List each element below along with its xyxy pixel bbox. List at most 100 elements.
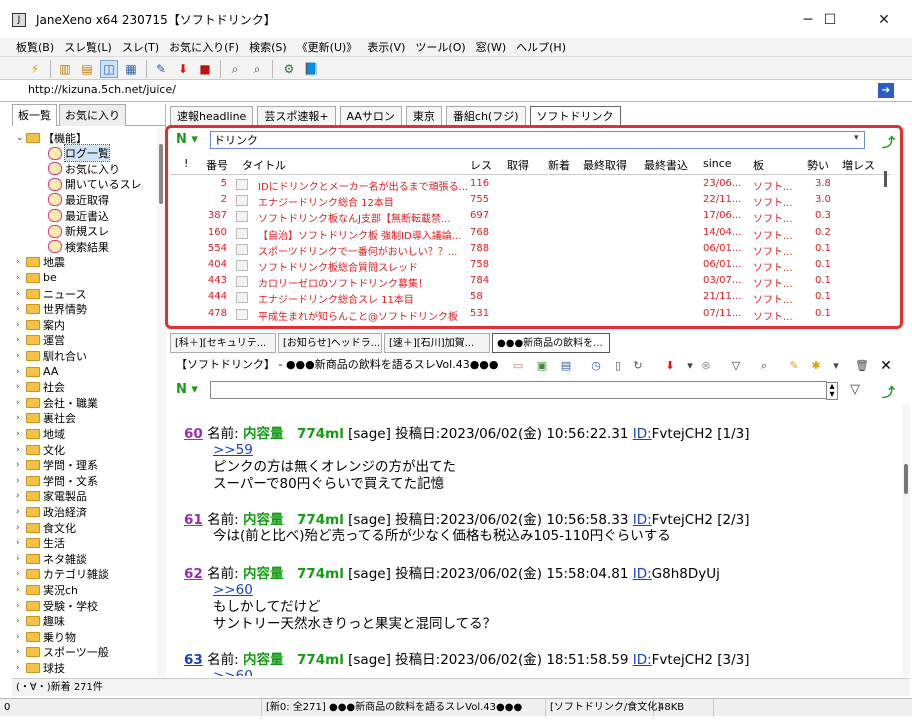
expand-chevron-icon[interactable]: › bbox=[16, 273, 26, 283]
tree-folder[interactable]: › 会社・職業 bbox=[16, 395, 98, 410]
expand-chevron-icon[interactable]: › bbox=[16, 413, 26, 423]
thread-filter-input[interactable] bbox=[210, 131, 865, 149]
col-increase[interactable]: 増レス bbox=[842, 157, 875, 173]
col-speed[interactable]: 勢い bbox=[807, 157, 829, 173]
tree-folder[interactable]: › ニュース bbox=[16, 286, 86, 301]
dropdown-icon[interactable]: ▾ bbox=[828, 358, 844, 374]
post-id[interactable]: FvtejCH2 bbox=[652, 426, 713, 442]
thread-list-scrollbar-thumb[interactable] bbox=[884, 171, 887, 187]
expand-chevron-icon[interactable]: › bbox=[16, 445, 26, 455]
tree-folder[interactable]: › be bbox=[16, 270, 57, 285]
tab-board[interactable]: 東京 bbox=[405, 106, 442, 126]
tree-folder[interactable]: › 生活 bbox=[16, 536, 65, 551]
tree-folder[interactable]: › 実況ch bbox=[16, 582, 78, 597]
tree-folder[interactable]: › 食文化 bbox=[16, 520, 76, 535]
menu-board-list[interactable]: 板覧(B) bbox=[16, 39, 54, 55]
post-id-label[interactable]: ID: bbox=[633, 566, 652, 582]
post-number[interactable]: 60 bbox=[184, 426, 203, 442]
post-scrollbar-thumb[interactable] bbox=[904, 464, 908, 494]
tree-folder[interactable]: › 地域 bbox=[16, 426, 65, 441]
stop-icon[interactable]: ■ bbox=[196, 60, 214, 78]
tree-folder[interactable]: › 案内 bbox=[16, 317, 65, 332]
menu-window[interactable]: 窓(W) bbox=[476, 39, 506, 55]
col-board[interactable]: 板 bbox=[753, 157, 764, 173]
tree-folder[interactable]: › 文化 bbox=[16, 442, 65, 457]
book-icon[interactable]: 📘 bbox=[302, 60, 320, 78]
expand-chevron-icon[interactable]: › bbox=[16, 491, 26, 501]
expand-chevron-icon[interactable]: › bbox=[16, 429, 26, 439]
pane-layout-2-icon[interactable]: ▤ bbox=[78, 60, 96, 78]
url-text[interactable]: http://kizuna.5ch.net/juice/ bbox=[28, 83, 176, 96]
search-next-icon[interactable]: ⌕ bbox=[248, 60, 266, 78]
write-pencil-icon[interactable]: ✎ bbox=[152, 60, 170, 78]
tree-folder[interactable]: › 趣味 bbox=[16, 614, 65, 629]
expand-chevron-icon[interactable]: › bbox=[16, 647, 26, 657]
expand-chevron-icon[interactable]: › bbox=[16, 585, 26, 595]
col-title[interactable]: タイトル bbox=[242, 157, 286, 173]
apply-filter-icon[interactable]: ⤴ bbox=[882, 382, 895, 401]
dropdown-icon[interactable]: ▾ bbox=[682, 358, 698, 374]
tab-thread-active[interactable]: ●●●新商品の飲料を... bbox=[492, 333, 610, 353]
pane-layout-3-icon[interactable]: ◫ bbox=[100, 60, 118, 78]
thread-row[interactable]: 2 エナジードリンク総合 12本目 755 22/11... ソフト... 3.0 bbox=[170, 193, 890, 209]
download-arrow-icon[interactable]: ⬇ bbox=[662, 358, 678, 374]
bookmark-icon[interactable]: ▭ bbox=[510, 358, 526, 374]
expand-chevron-icon[interactable]: › bbox=[16, 538, 26, 548]
expand-chevron-icon[interactable]: › bbox=[16, 367, 26, 377]
tree-scrollbar[interactable] bbox=[157, 128, 166, 676]
tree-folder[interactable]: ⌄ 【機能】 bbox=[16, 130, 87, 145]
tree-scrollbar-thumb[interactable] bbox=[159, 144, 163, 204]
expand-chevron-icon[interactable]: › bbox=[16, 304, 26, 314]
tree-item[interactable]: 新規スレ bbox=[38, 224, 109, 239]
tree-folder[interactable]: › 裏社会 bbox=[16, 411, 76, 426]
write-pencil-icon[interactable]: ✎ bbox=[786, 358, 802, 374]
tree-folder[interactable]: › 政治経済 bbox=[16, 504, 87, 519]
menu-thread-list[interactable]: スレ覧(L) bbox=[64, 39, 112, 55]
ime-icon[interactable]: ▤ bbox=[558, 358, 574, 374]
thread-row[interactable]: 478 平成生まれが知らんこと@ソフトドリンク板 531 07/11... ソフト...… bbox=[170, 307, 890, 323]
thread-row[interactable]: 444 エナジードリンク総合スレ 11本目 58 21/11... ソフト... 0.1 bbox=[170, 290, 890, 306]
tree-item[interactable]: 最近取得 bbox=[38, 192, 109, 207]
maximize-button[interactable]: ☐ bbox=[808, 0, 852, 40]
tree-folder[interactable]: › スポーツ一般 bbox=[16, 645, 109, 660]
expand-chevron-icon[interactable]: › bbox=[16, 398, 26, 408]
tab-thread[interactable]: [お知らせ]ヘッドラ... bbox=[278, 333, 382, 353]
reply-anchor-link[interactable]: >>59 bbox=[213, 442, 904, 459]
menu-tools[interactable]: ツール(O) bbox=[415, 39, 465, 55]
close-circle-icon[interactable]: ⊗ bbox=[698, 358, 714, 374]
col-last-fetch[interactable]: 最終取得 bbox=[583, 157, 627, 173]
refresh-doc-icon[interactable]: ↻ bbox=[630, 358, 646, 374]
post-number[interactable]: 63 bbox=[184, 652, 203, 668]
post-number[interactable]: 62 bbox=[184, 566, 203, 582]
new-filter-icon[interactable]: N ▾ bbox=[176, 132, 198, 147]
tree-folder[interactable]: › 地震 bbox=[16, 255, 65, 270]
post-id[interactable]: G8h8DyUj bbox=[652, 566, 720, 582]
filter-funnel-icon[interactable]: ▽ bbox=[728, 358, 744, 374]
menu-search[interactable]: 検索(S) bbox=[249, 39, 287, 55]
thread-row[interactable]: 404 ソフトドリンク板総合質問スレッド 758 06/01... ソフト... 0.1 bbox=[170, 258, 890, 274]
tab-board[interactable]: 番組ch(フジ) bbox=[445, 106, 526, 126]
expand-chevron-icon[interactable]: › bbox=[16, 632, 26, 642]
document-icon[interactable]: ▯ bbox=[610, 358, 626, 374]
download-arrow-icon[interactable]: ⬇ bbox=[174, 60, 192, 78]
tree-folder[interactable]: › 乗り物 bbox=[16, 629, 76, 644]
col-since[interactable]: since bbox=[703, 157, 732, 170]
tree-folder[interactable]: › 学問・文系 bbox=[16, 473, 98, 488]
expand-chevron-icon[interactable]: › bbox=[16, 507, 26, 517]
col-new[interactable]: 新着 bbox=[548, 157, 570, 173]
expand-chevron-icon[interactable]: › bbox=[16, 351, 26, 361]
tab-board[interactable]: 芸スポ速報+ bbox=[257, 106, 336, 126]
tree-folder[interactable]: › 運営 bbox=[16, 333, 65, 348]
spin-icon[interactable]: ▴ ▾ bbox=[826, 382, 838, 400]
filter-funnel-icon[interactable]: ▽ bbox=[850, 382, 860, 397]
favorite-folder-icon[interactable]: ✱ bbox=[808, 358, 824, 374]
expand-chevron-icon[interactable]: › bbox=[16, 382, 26, 392]
search-icon[interactable]: ⌕ bbox=[226, 60, 244, 78]
post-id[interactable]: FvtejCH2 bbox=[652, 652, 713, 668]
settings-gear-icon[interactable]: ⚙ bbox=[280, 60, 298, 78]
expand-chevron-icon[interactable]: › bbox=[16, 663, 26, 673]
menu-update[interactable]: 《更新(U)》 bbox=[297, 39, 358, 55]
post-number[interactable]: 61 bbox=[184, 512, 203, 528]
post-filter-input[interactable] bbox=[210, 381, 827, 399]
tree-folder[interactable]: › 馴れ合い bbox=[16, 348, 87, 363]
